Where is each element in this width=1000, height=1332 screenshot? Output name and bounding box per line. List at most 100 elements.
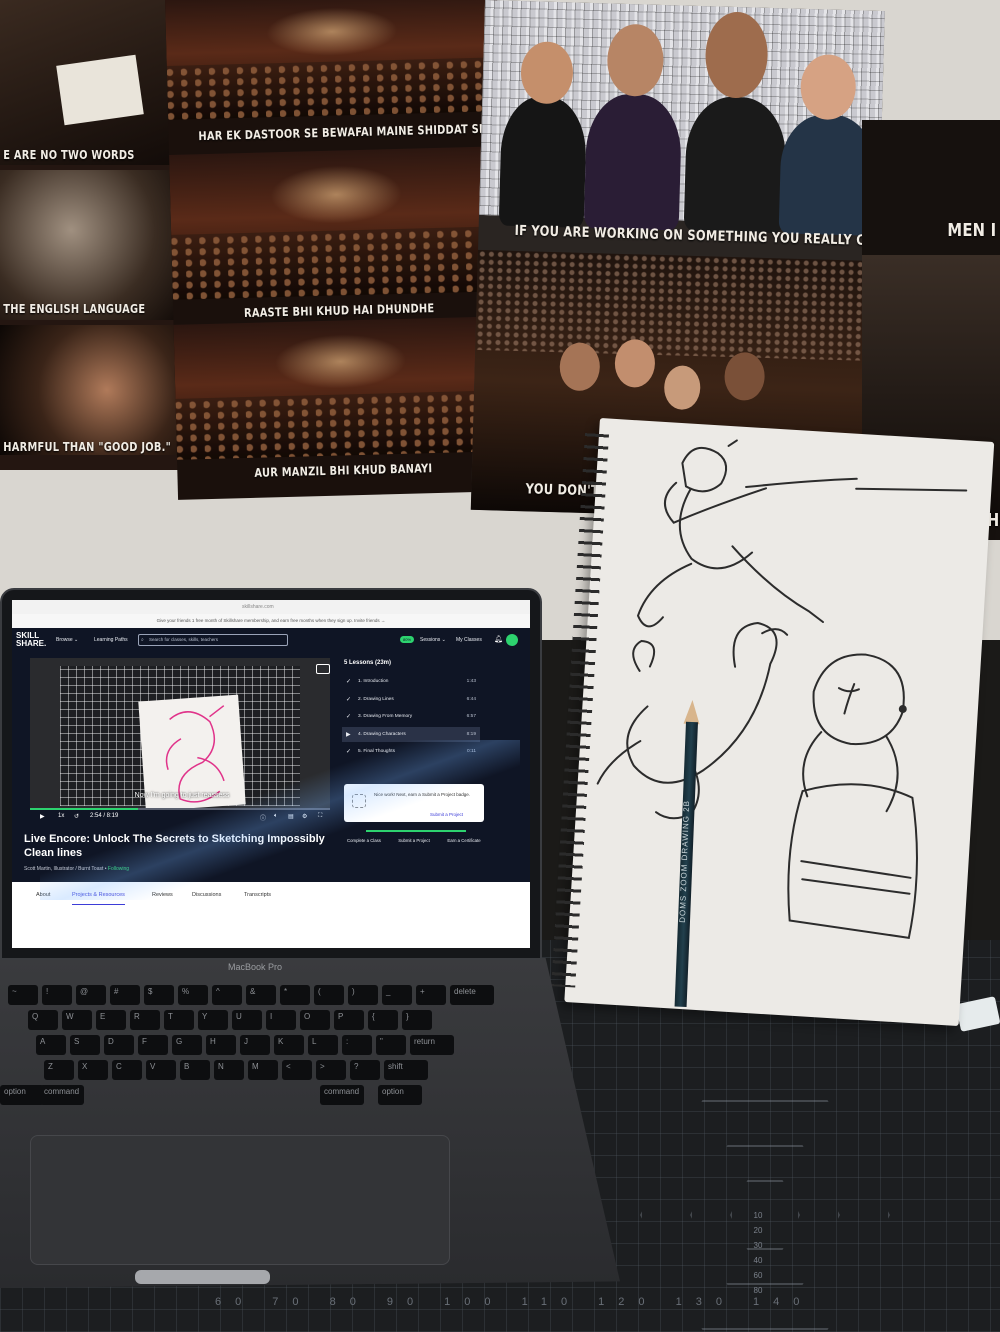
promo-banner[interactable]: Give your friends 1 free month of Skills… <box>12 614 530 628</box>
key[interactable]: shift <box>384 1060 428 1080</box>
key[interactable]: ^ <box>212 985 242 1005</box>
tab-transcripts[interactable]: Transcripts <box>244 892 271 898</box>
key[interactable]: D <box>104 1035 134 1055</box>
speed-button[interactable]: 1x <box>58 813 64 819</box>
key[interactable]: E <box>96 1010 126 1030</box>
key[interactable]: H <box>206 1035 236 1055</box>
key[interactable]: " <box>376 1035 406 1055</box>
learning-paths-link[interactable]: Learning Paths <box>94 637 128 643</box>
poster-panel <box>0 0 178 165</box>
key[interactable]: I <box>266 1010 296 1030</box>
lesson-item[interactable]: ✓ 3. Drawing From Memory 6:57 <box>342 709 480 724</box>
key[interactable]: Q <box>28 1010 58 1030</box>
key[interactable]: U <box>232 1010 262 1030</box>
key[interactable]: command <box>40 1085 84 1105</box>
sketchbook <box>551 418 995 1027</box>
key[interactable]: T <box>164 1010 194 1030</box>
volume-icon[interactable]: 🔈︎ <box>274 813 278 820</box>
key[interactable]: ~ <box>8 985 38 1005</box>
skillshare-logo[interactable]: SKILL SHARE. <box>16 632 46 648</box>
key[interactable]: O <box>300 1010 330 1030</box>
video-subtitle: Now I'm going to just reassess <box>134 792 230 799</box>
key[interactable]: + <box>416 985 446 1005</box>
course-tabs: About Projects & Resources Reviews Discu… <box>12 882 530 948</box>
url-text[interactable]: skillshare.com <box>242 604 274 610</box>
key[interactable]: ) <box>348 985 378 1005</box>
video-progress-bar[interactable] <box>30 808 330 810</box>
key[interactable]: < <box>282 1060 312 1080</box>
key[interactable]: { <box>368 1010 398 1030</box>
key[interactable]: S <box>70 1035 100 1055</box>
key[interactable]: P <box>334 1010 364 1030</box>
check-icon: ✓ <box>346 714 352 720</box>
key[interactable]: return <box>410 1035 454 1055</box>
key[interactable]: delete <box>450 985 494 1005</box>
tab-about[interactable]: About <box>36 892 50 898</box>
info-icon[interactable]: ⓘ <box>260 813 266 822</box>
lesson-item[interactable]: ✓ 5. Final Thoughts 0:11 <box>342 744 480 759</box>
browser-url-bar[interactable]: skillshare.com <box>12 600 530 614</box>
lesson-item[interactable]: ▶ 4. Drawing Characters 8:19 <box>342 726 480 742</box>
submit-project-link[interactable]: Submit a Project <box>430 812 463 817</box>
key[interactable]: option <box>378 1085 422 1105</box>
key[interactable]: % <box>178 985 208 1005</box>
key[interactable]: L <box>308 1035 338 1055</box>
poster-caption: THE ENGLISH LANGUAGE <box>3 302 146 316</box>
avatar[interactable] <box>506 634 518 646</box>
key[interactable]: $ <box>144 985 174 1005</box>
pip-icon[interactable] <box>316 664 330 674</box>
key[interactable]: G <box>172 1035 202 1055</box>
settings-icon[interactable]: ⚙ <box>302 813 307 820</box>
key[interactable]: ! <box>42 985 72 1005</box>
key[interactable]: Z <box>44 1060 74 1080</box>
captions-icon[interactable]: ▤ <box>288 813 294 820</box>
key[interactable]: N <box>214 1060 244 1080</box>
lesson-title: 3. Drawing From Memory <box>358 714 413 719</box>
rewind-icon[interactable]: ↺ <box>74 813 79 820</box>
play-icon[interactable]: ▶ <box>40 813 45 820</box>
key[interactable]: K <box>274 1035 304 1055</box>
key[interactable]: B <box>180 1060 210 1080</box>
key[interactable]: J <box>240 1035 270 1055</box>
sessions-menu[interactable]: Sessions ⌄ <box>420 637 446 643</box>
lesson-item[interactable]: ✓ 1. Introduction 1:43 <box>342 674 480 689</box>
key[interactable]: > <box>316 1060 346 1080</box>
fullscreen-icon[interactable]: ⛶ <box>318 813 322 820</box>
bell-icon[interactable]: 🔔︎ <box>494 635 503 643</box>
key[interactable]: # <box>110 985 140 1005</box>
key[interactable]: R <box>130 1010 160 1030</box>
poster-caption: AUR MANZIL BHI KHUD BANAYI <box>254 461 433 480</box>
key[interactable]: F <box>138 1035 168 1055</box>
author-name[interactable]: Scott Martin, Illustrator / Burnt Toast … <box>24 866 108 872</box>
key[interactable]: & <box>246 985 276 1005</box>
video-player[interactable] <box>30 658 330 808</box>
trackpad[interactable] <box>30 1135 450 1265</box>
tab-reviews[interactable]: Reviews <box>152 892 173 898</box>
key[interactable]: : <box>342 1035 372 1055</box>
tab-projects-resources[interactable]: Projects & Resources <box>72 892 125 905</box>
laptop-screen: skillshare.com Give your friends 1 free … <box>12 600 530 948</box>
following-button[interactable]: Following <box>108 866 129 872</box>
tab-discussions[interactable]: Discussions <box>192 892 221 898</box>
key[interactable]: X <box>78 1060 108 1080</box>
key[interactable]: W <box>62 1010 92 1030</box>
key[interactable]: @ <box>76 985 106 1005</box>
key[interactable]: C <box>112 1060 142 1080</box>
key[interactable]: Y <box>198 1010 228 1030</box>
key[interactable]: option <box>0 1085 44 1105</box>
key[interactable]: } <box>402 1010 432 1030</box>
key[interactable]: A <box>36 1035 66 1055</box>
key[interactable]: ( <box>314 985 344 1005</box>
lesson-item[interactable]: ✓ 2. Drawing Lines 6:44 <box>342 692 480 707</box>
lesson-duration: 8:19 <box>466 731 476 737</box>
key[interactable]: V <box>146 1060 176 1080</box>
key[interactable]: * <box>280 985 310 1005</box>
key[interactable]: command <box>320 1085 364 1105</box>
browse-menu[interactable]: Browse ⌄ <box>56 637 78 643</box>
key[interactable]: M <box>248 1060 278 1080</box>
search-input[interactable]: Search for classes, skills, teachers <box>138 634 288 646</box>
my-classes-link[interactable]: My Classes <box>456 637 482 643</box>
key[interactable]: ? <box>350 1060 380 1080</box>
key[interactable]: _ <box>382 985 412 1005</box>
video-time: 2:54 / 8:19 <box>90 813 119 819</box>
